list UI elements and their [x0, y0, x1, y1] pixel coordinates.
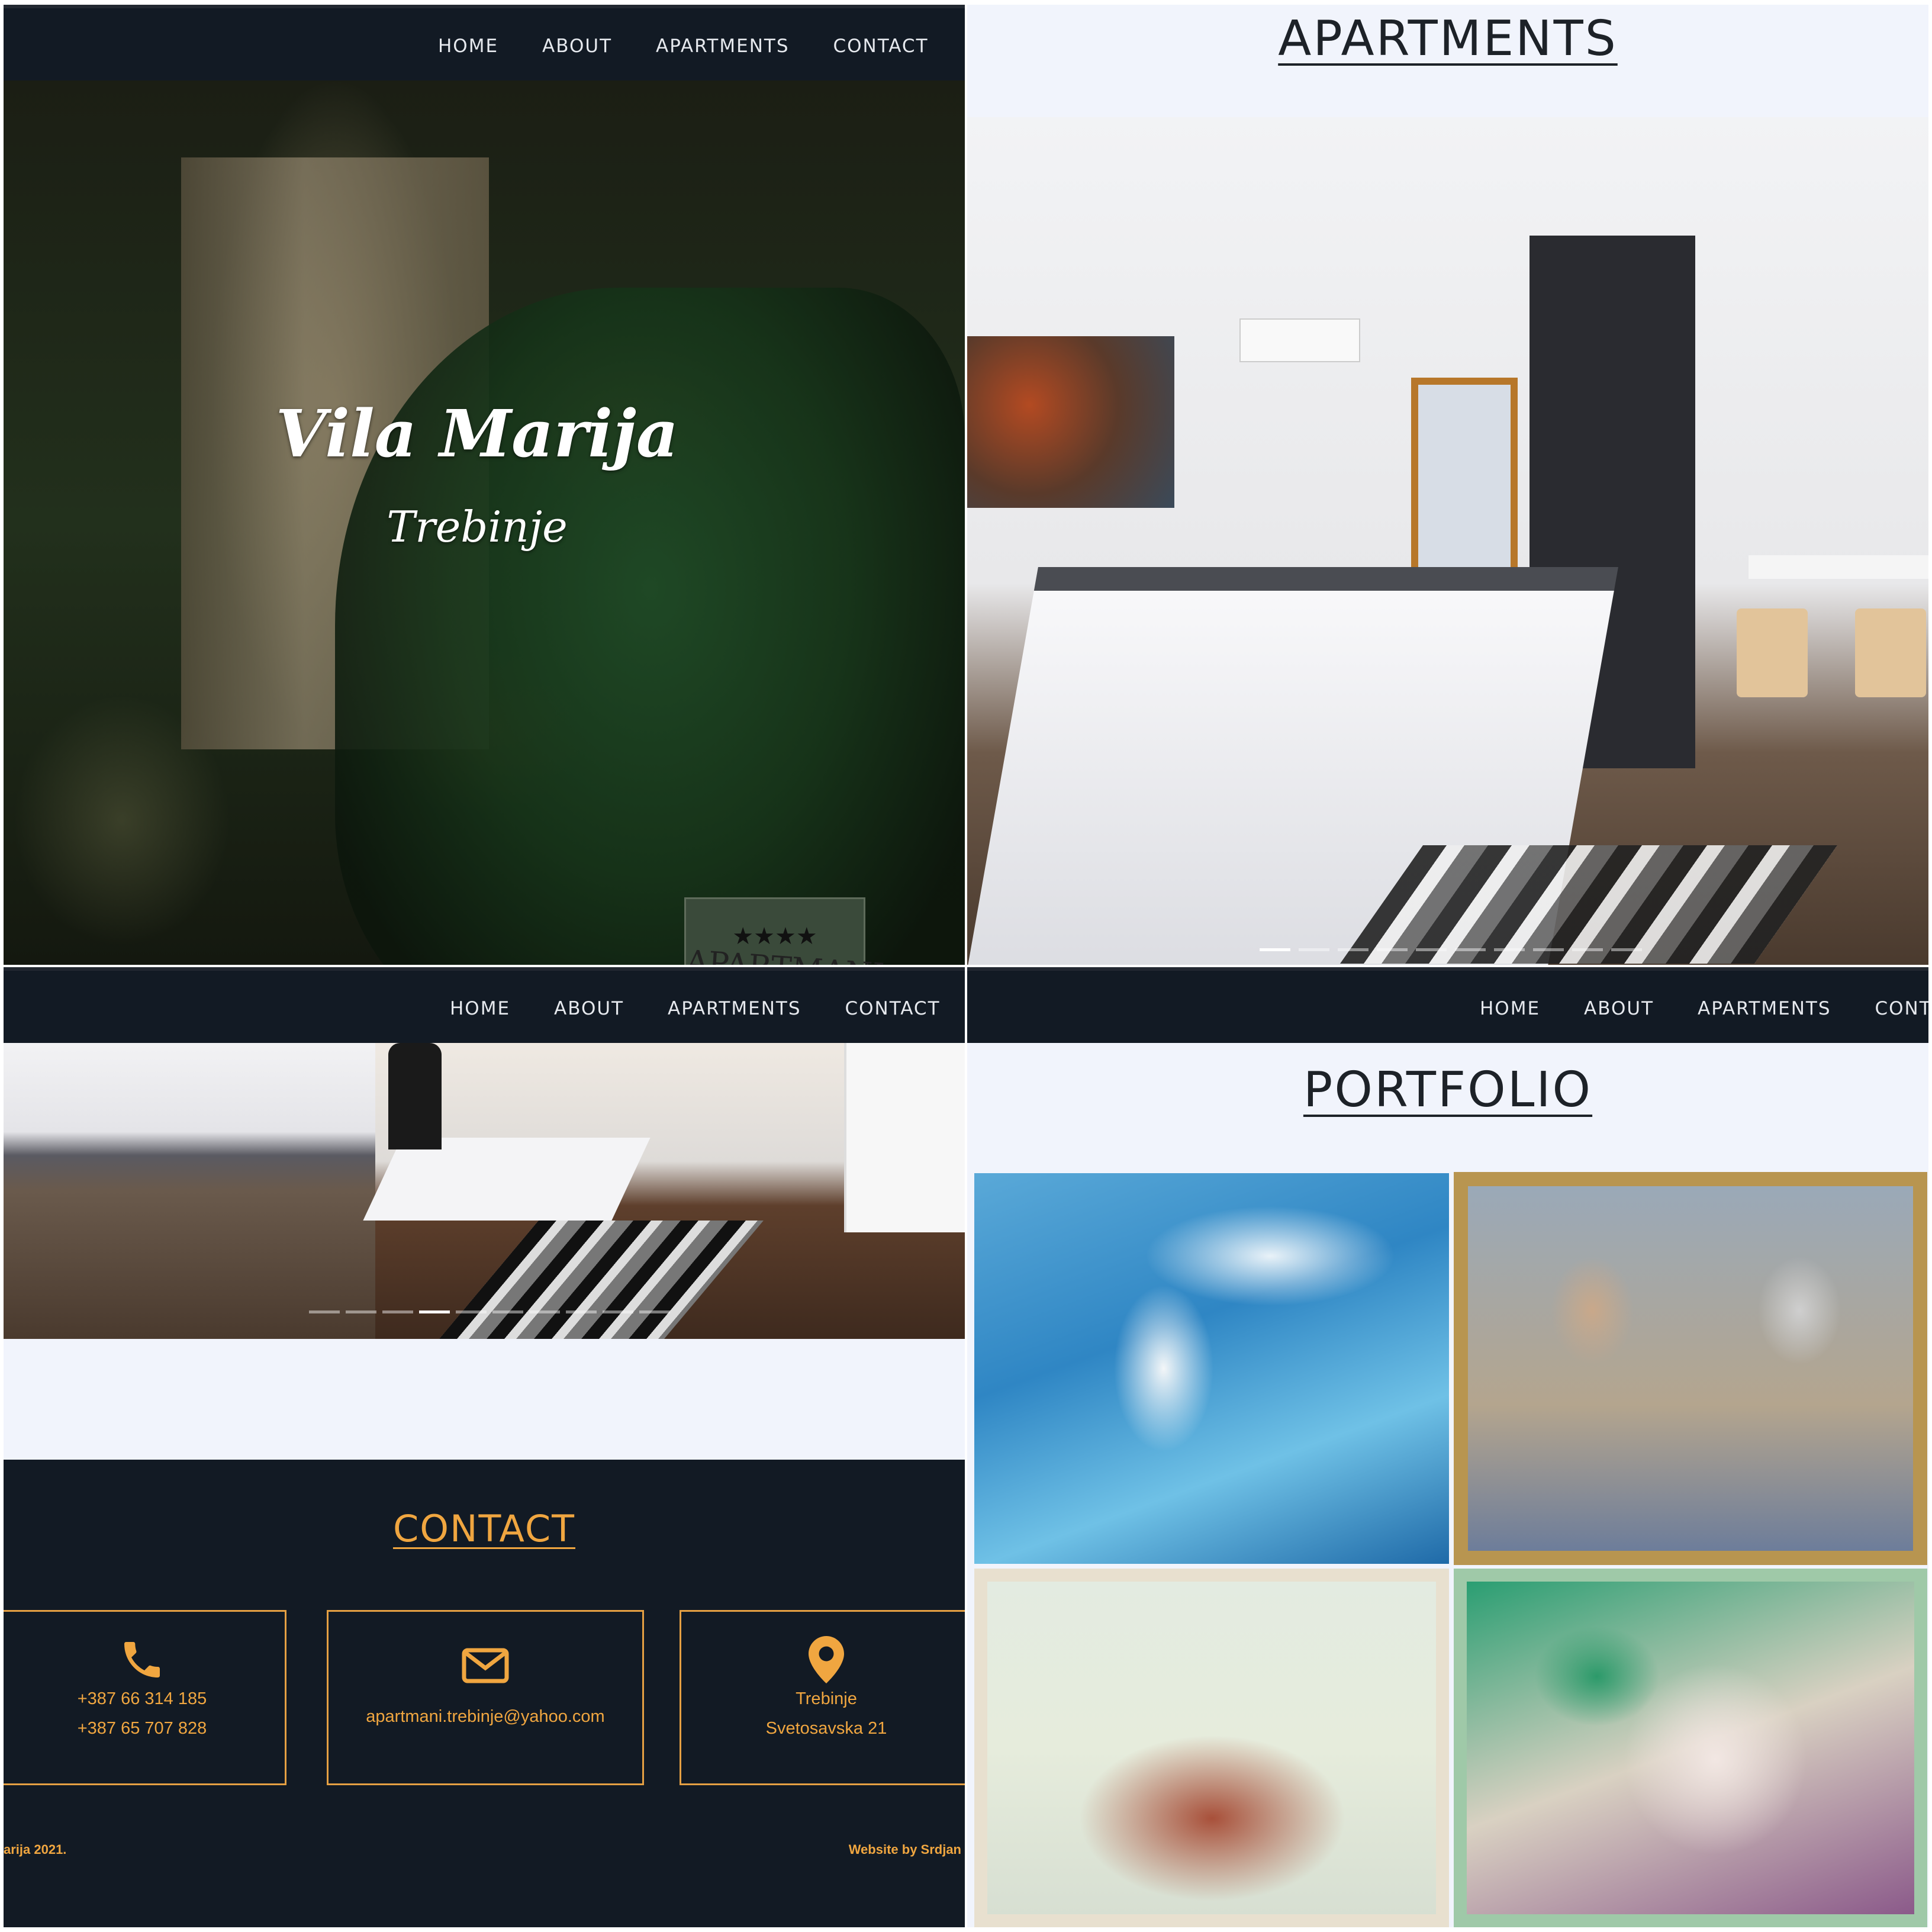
painting-red-mound[interactable]: [974, 1569, 1449, 1927]
email-card: apartmani.trebinje@yahoo.com: [327, 1610, 644, 1785]
slide-indicator[interactable]: [639, 1310, 670, 1313]
slide-indicator[interactable]: [346, 1310, 376, 1313]
nav-menu: HOME ABOUT APARTMENTS CONTACT: [450, 971, 965, 1046]
foliage: [335, 288, 965, 965]
slide-indicator[interactable]: [1260, 948, 1290, 951]
slide-indicator[interactable]: [1494, 948, 1525, 951]
apartments-panel: APARTMENTS: [967, 5, 1928, 965]
nav-contact[interactable]: CONTACT: [845, 998, 941, 1019]
bar-stool: [1737, 608, 1808, 697]
slide-indicator[interactable]: [382, 1310, 413, 1313]
slide-indicator[interactable]: [1416, 948, 1447, 951]
portfolio-panel: HOME ABOUT APARTMENTS CONT PORTFOLIO: [967, 967, 1928, 1927]
nav-menu: HOME ABOUT APARTMENTS CONTACT: [438, 8, 965, 84]
apartment-slide-image[interactable]: [967, 117, 1928, 965]
address-card: Trebinje Svetosavska 21: [680, 1610, 965, 1785]
navbar: HOME ABOUT APARTMENTS CONT: [967, 967, 1928, 1043]
nav-apartments[interactable]: APARTMENTS: [668, 998, 801, 1019]
bar-stool: [1855, 608, 1926, 697]
navbar: HOME ABOUT APARTMENTS CONTACT: [4, 967, 965, 1043]
envelope-icon: [329, 1641, 642, 1690]
nav-home[interactable]: HOME: [1480, 998, 1540, 1019]
slide-indicator[interactable]: [1299, 948, 1329, 951]
nav-about[interactable]: ABOUT: [542, 36, 612, 57]
slide-indicator[interactable]: [529, 1310, 560, 1313]
nav-apartments[interactable]: APARTMENTS: [656, 36, 789, 57]
nav-apartments[interactable]: APARTMENTS: [1698, 998, 1831, 1019]
slider-indicators: [1260, 948, 1642, 951]
phone-number-1[interactable]: +387 66 314 185: [4, 1684, 285, 1714]
wine-bottle: [388, 1043, 442, 1149]
air-conditioner: [1239, 318, 1360, 362]
hero-title: Vila Marija: [275, 395, 679, 472]
slide-indicator[interactable]: [1611, 948, 1642, 951]
navbar: HOME ABOUT APARTMENTS CONTACT: [4, 5, 965, 80]
slide-indicator[interactable]: [1377, 948, 1408, 951]
slide-indicator[interactable]: [419, 1310, 450, 1313]
painting-ram[interactable]: [1454, 1569, 1927, 1927]
slider-indicators: [309, 1310, 670, 1313]
phone-card: +387 66 314 185 +387 65 707 828: [4, 1610, 286, 1785]
nav-about[interactable]: ABOUT: [554, 998, 624, 1019]
nav-menu: HOME ABOUT APARTMENTS CONT: [1480, 971, 1928, 1046]
apartments-title: APARTMENTS: [1278, 11, 1618, 67]
striped-rug: [1339, 845, 1838, 964]
nav-contact[interactable]: CONTACT: [833, 36, 929, 57]
hero-subtitle: Trebinje: [387, 502, 568, 552]
wall-painting: [967, 336, 1174, 508]
slide-bed-image: [4, 1043, 375, 1339]
painting-figures-gold-frame[interactable]: [1454, 1172, 1927, 1565]
hero-panel: ★★★★ APARTMANI HOME ABOUT APARTMENTS CON…: [4, 5, 965, 965]
nav-contact[interactable]: CONT: [1875, 998, 1929, 1019]
apartmani-sign: ★★★★ APARTMANI: [684, 897, 886, 965]
address-street: Svetosavska 21: [765, 1719, 887, 1738]
nav-home[interactable]: HOME: [438, 36, 498, 57]
apartment-slider[interactable]: [4, 1043, 965, 1339]
contact-title: CONTACT: [392, 1507, 575, 1550]
footer-copyright: arija 2021.: [4, 1842, 67, 1857]
portfolio-title: PORTFOLIO: [1303, 1062, 1593, 1118]
slide-indicator[interactable]: [1338, 948, 1368, 951]
nav-home[interactable]: HOME: [450, 998, 510, 1019]
map-pin-icon: [681, 1635, 965, 1684]
painting-blue-horse[interactable]: [974, 1173, 1449, 1564]
phone-number-2[interactable]: +387 65 707 828: [4, 1714, 285, 1743]
address-city: Trebinje: [796, 1689, 857, 1708]
slide-indicator[interactable]: [492, 1310, 523, 1313]
slide-indicator[interactable]: [566, 1310, 597, 1313]
phone-icon: [4, 1635, 285, 1684]
slide-indicator[interactable]: [309, 1310, 340, 1313]
slide-indicator[interactable]: [456, 1310, 487, 1313]
nav-about[interactable]: ABOUT: [1584, 998, 1654, 1019]
cabinet: [844, 1043, 965, 1232]
footer-credit[interactable]: Website by Srdjan: [849, 1842, 961, 1857]
slide-indicator[interactable]: [1455, 948, 1486, 951]
slide-indicator[interactable]: [603, 1310, 633, 1313]
slide-indicator[interactable]: [1533, 948, 1564, 951]
kitchen-counter: [1749, 555, 1928, 579]
email-address[interactable]: apartmani.trebinje@yahoo.com: [329, 1702, 642, 1731]
slide-indicator[interactable]: [1572, 948, 1603, 951]
contact-panel: HOME ABOUT APARTMENTS CONTACT CONTACT +3…: [4, 967, 965, 1927]
table: [363, 1138, 651, 1221]
